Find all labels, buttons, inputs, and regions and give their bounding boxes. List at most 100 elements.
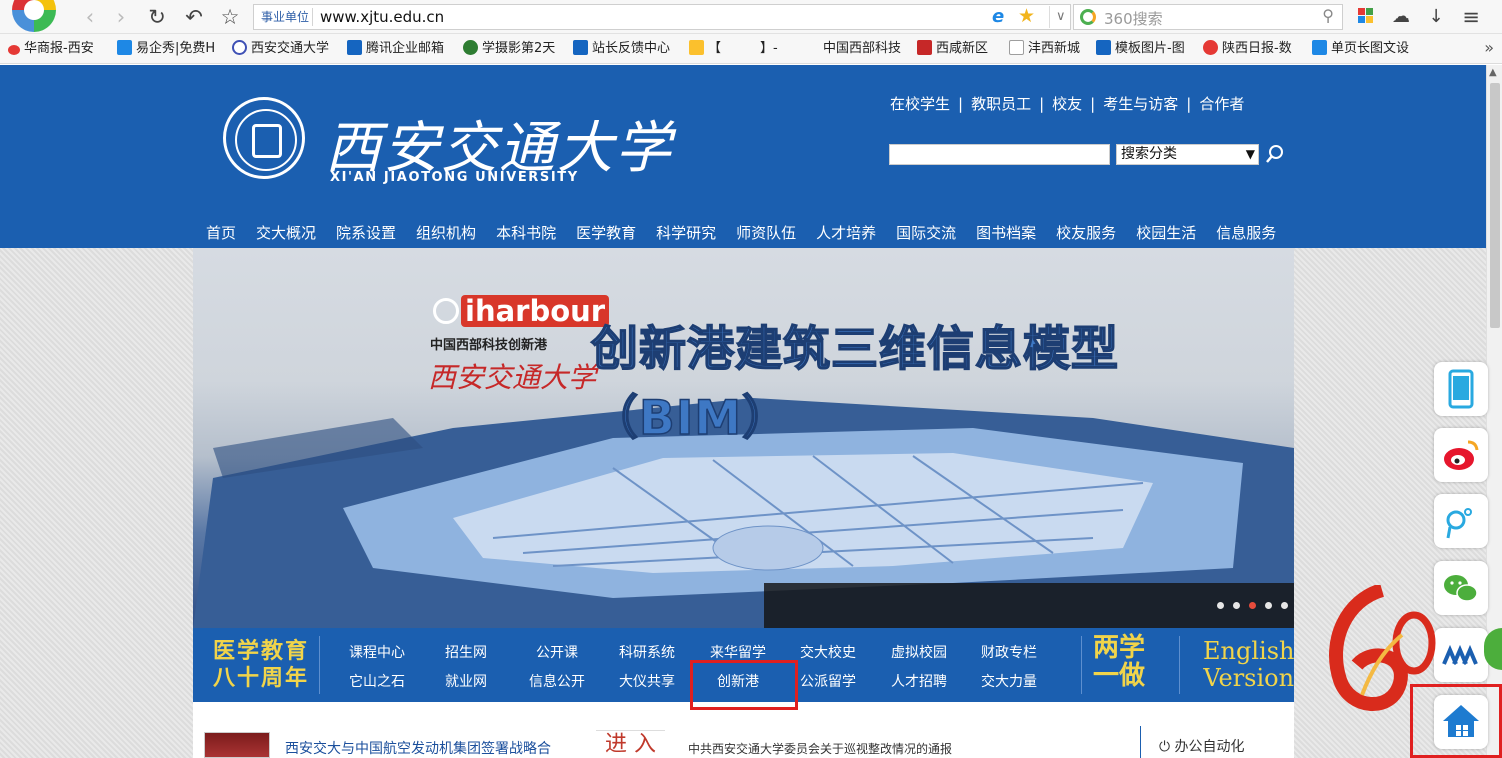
quicklink-courses[interactable]: 课程中心 xyxy=(349,642,405,662)
nav-item[interactable]: 国际交流 xyxy=(896,222,956,243)
logo-english-name[interactable]: XI'AN JIAOTONG UNIVERSITY xyxy=(330,170,579,185)
scroll-up-icon[interactable]: ▲ xyxy=(1489,67,1497,78)
carousel-dot[interactable] xyxy=(1265,602,1272,609)
bookmark-star-icon[interactable]: ★ xyxy=(1018,5,1035,27)
quicklink-open-courses[interactable]: 公开课 xyxy=(536,642,578,662)
bookmark-item[interactable]: 模板图片-图 xyxy=(1096,40,1185,58)
address-url[interactable]: www.xjtu.edu.cn xyxy=(320,7,444,27)
quicklink-instrument-sharing[interactable]: 大仪共享 xyxy=(619,671,675,691)
bookmark-item[interactable]: 西安交通大学 xyxy=(232,40,329,58)
bookmark-item[interactable]: 学摄影第2天 xyxy=(463,40,555,58)
scrollbar-thumb[interactable] xyxy=(1490,83,1500,328)
site-search-input[interactable] xyxy=(889,144,1110,165)
toplink-partners[interactable]: 合作者 xyxy=(1199,95,1244,113)
toplink-students[interactable]: 在校学生 xyxy=(890,95,950,113)
favorite-star-icon[interactable]: ☆ xyxy=(217,4,243,30)
bookmark-item[interactable]: 华商报-西安 xyxy=(8,40,94,58)
cloud-icon[interactable]: ☁ xyxy=(1388,4,1414,30)
quicklink-study-abroad[interactable]: 公派留学 xyxy=(800,671,856,691)
toplink-visitors[interactable]: 考生与访客 xyxy=(1103,95,1178,113)
menu-icon[interactable]: ≡ xyxy=(1458,4,1484,30)
ie-mode-icon[interactable]: e xyxy=(992,6,1004,27)
banner-title: 创新港建筑三维信息模型（BIM） xyxy=(590,321,1119,447)
quicklink-tashan[interactable]: 它山之石 xyxy=(349,671,405,691)
bookmark-item[interactable]: 中国西部科技 xyxy=(823,40,901,58)
university-seal-icon[interactable] xyxy=(223,97,305,179)
site-search-button[interactable] xyxy=(1264,143,1286,165)
bookmark-item[interactable]: 单页长图文设 xyxy=(1312,40,1409,58)
nav-item[interactable]: 本科书院 xyxy=(496,222,556,243)
undo-icon[interactable]: ↶ xyxy=(181,4,207,30)
toplink-alumni[interactable]: 校友 xyxy=(1052,95,1082,113)
bookmark-item[interactable]: 沣西新城 xyxy=(1009,40,1080,58)
power-icon: ⏻ xyxy=(1159,739,1171,755)
nav-item[interactable]: 医学教育 xyxy=(576,222,636,243)
back-icon[interactable]: ‹ xyxy=(77,4,103,30)
iharbour-subtitle: 中国西部科技创新港 xyxy=(430,338,548,353)
browser-logo-icon[interactable] xyxy=(12,0,56,32)
qq-weibo-icon[interactable] xyxy=(1434,494,1488,548)
bookmark-item[interactable]: 陕西日报-数 xyxy=(1203,40,1292,58)
enter-button[interactable]: 进 入 xyxy=(596,730,665,758)
quicklink-finance[interactable]: 财政专栏 xyxy=(981,642,1037,662)
web-page: 西安交通大学 XI'AN JIAOTONG UNIVERSITY 在校学生 | 教职… xyxy=(0,65,1486,758)
browser-search-box[interactable]: 360搜索 ⚲ xyxy=(1073,4,1343,30)
address-bar[interactable]: 事业单位 www.xjtu.edu.cn e ★ ∨ xyxy=(253,4,1071,30)
news-headline[interactable]: 西安交大与中国航空发动机集团签署战略合 xyxy=(285,738,551,758)
refresh-icon[interactable]: ↻ xyxy=(144,4,170,30)
nav-item[interactable]: 组织机构 xyxy=(416,222,476,243)
wechat-icon[interactable] xyxy=(1434,561,1488,615)
carousel-dot[interactable] xyxy=(1233,602,1240,609)
quicklink-recruitment[interactable]: 人才招聘 xyxy=(891,671,947,691)
bookmark-icon xyxy=(1312,40,1327,55)
nav-item[interactable]: 院系设置 xyxy=(336,222,396,243)
bookmarks-more-icon[interactable]: » xyxy=(1484,38,1494,57)
bookmark-item[interactable]: 西咸新区 xyxy=(917,40,988,58)
search-icon[interactable]: ⚲ xyxy=(1322,6,1334,25)
quicklink-research-system[interactable]: 科研系统 xyxy=(619,642,675,662)
medical-anniversary-banner[interactable]: 医学教育 八十周年 xyxy=(213,638,309,692)
quicklink-history[interactable]: 交大校史 xyxy=(800,642,856,662)
notice-item[interactable]: 中共西安交通大学委员会关于巡视整改情况的通报 xyxy=(688,740,952,757)
nav-item[interactable]: 人才培养 xyxy=(816,222,876,243)
quicklink-jobs[interactable]: 就业网 xyxy=(445,671,487,691)
quicklink-admissions[interactable]: 招生网 xyxy=(445,642,487,662)
bookmark-item[interactable]: 【 】- xyxy=(689,40,778,58)
hero-banner[interactable]: iharbour 中国西部科技创新港 西安交通大学 创新港建筑三维信息模型（BI… xyxy=(193,248,1294,628)
nav-item[interactable]: 交大概况 xyxy=(256,222,316,243)
toplink-staff[interactable]: 教职员工 xyxy=(971,95,1031,113)
nav-item[interactable]: 图书档案 xyxy=(976,222,1036,243)
liangxue-yizuo-banner[interactable]: 两学 一做 xyxy=(1093,634,1145,690)
carousel-dot[interactable] xyxy=(1281,602,1288,609)
quicklink-info-disclosure[interactable]: 信息公开 xyxy=(529,671,585,691)
carousel-dot-active[interactable] xyxy=(1249,602,1256,609)
quicklink-virtual-campus[interactable]: 虚拟校园 xyxy=(891,642,947,662)
bookmark-item[interactable]: 站长反馈中心 xyxy=(573,40,670,58)
carousel-dot[interactable] xyxy=(1217,602,1224,609)
mobile-site-icon[interactable] xyxy=(1434,362,1488,416)
bookmark-icon xyxy=(232,40,247,55)
nav-item[interactable]: 科学研究 xyxy=(656,222,716,243)
nav-item[interactable]: 师资队伍 xyxy=(736,222,796,243)
address-dropdown-icon[interactable]: ∨ xyxy=(1049,6,1066,28)
nav-item[interactable]: 校园生活 xyxy=(1136,222,1196,243)
bookmark-item[interactable]: 易企秀|免费H xyxy=(117,40,215,58)
nav-item[interactable]: 首页 xyxy=(206,222,236,243)
apps-grid-icon[interactable] xyxy=(1358,8,1374,24)
nav-item[interactable]: 校友服务 xyxy=(1056,222,1116,243)
forward-icon[interactable]: › xyxy=(108,4,134,30)
divider xyxy=(1081,636,1082,694)
bookmark-item[interactable]: 腾讯企业邮箱 xyxy=(347,40,444,58)
download-icon[interactable]: ↓ xyxy=(1423,4,1449,30)
english-version-link[interactable]: English Version xyxy=(1203,638,1294,692)
quicklink-xjtu-power[interactable]: 交大力量 xyxy=(981,671,1037,691)
toplink-separator: | xyxy=(1090,95,1096,113)
quicklink-study-in-china[interactable]: 来华留学 xyxy=(710,642,766,662)
weibo-icon[interactable] xyxy=(1434,428,1488,482)
portal-logo-icon[interactable] xyxy=(1434,628,1488,682)
liangxue-line1: 两学 xyxy=(1093,633,1146,663)
nav-item[interactable]: 信息服务 xyxy=(1216,222,1276,243)
search-category-select[interactable]: 搜索分类 ▼ xyxy=(1116,144,1259,165)
office-automation-link[interactable]: ⏻ 办公自动化 xyxy=(1159,736,1245,756)
news-thumbnail[interactable] xyxy=(204,732,270,758)
